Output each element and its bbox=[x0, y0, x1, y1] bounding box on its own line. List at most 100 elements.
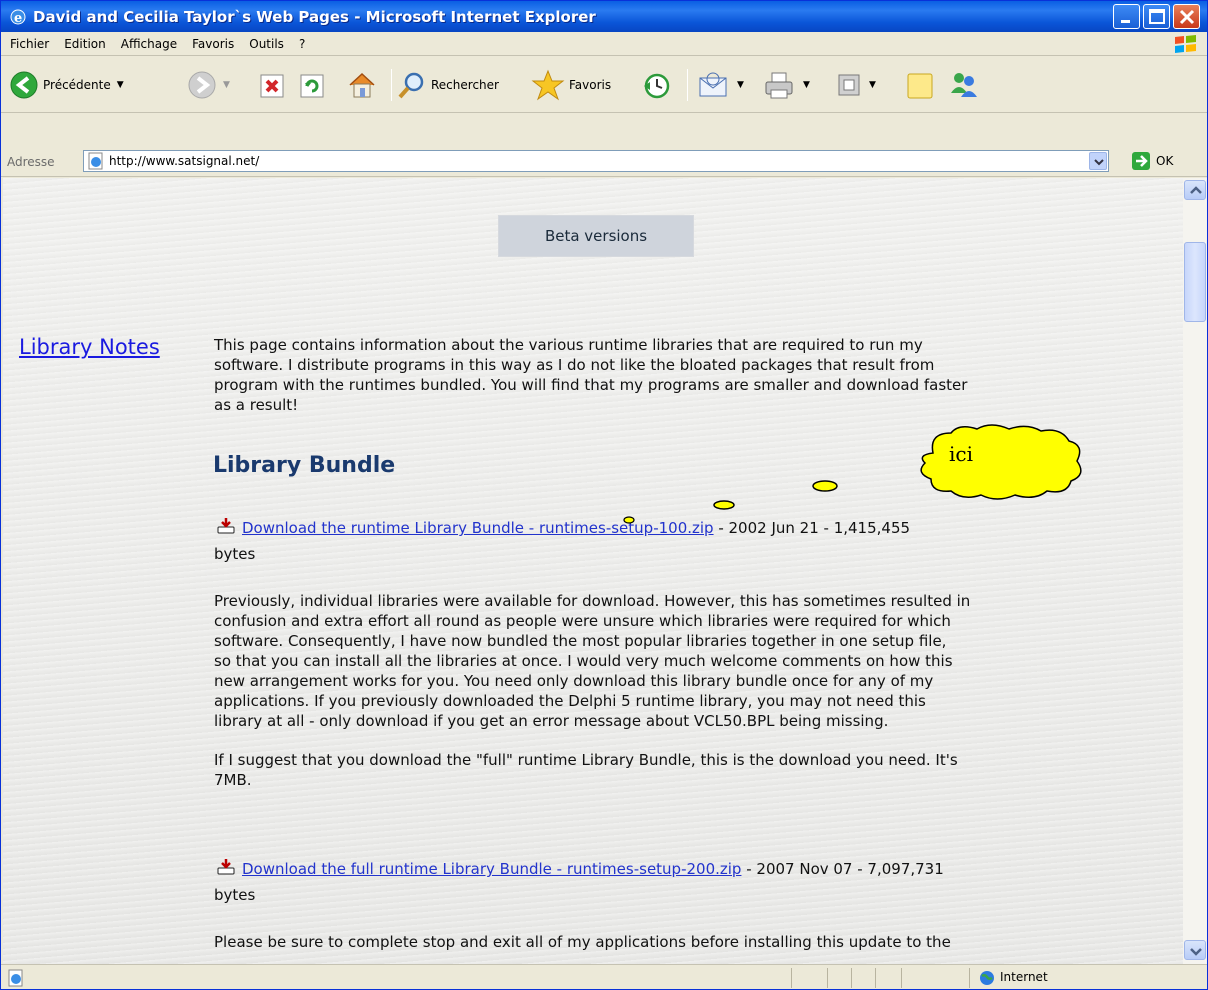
download1-tail: bytes bbox=[214, 545, 256, 563]
scroll-up-button[interactable] bbox=[1184, 180, 1206, 200]
menu-outils[interactable]: Outils bbox=[249, 37, 284, 51]
bundle-line: Previously, individual libraries were av… bbox=[214, 592, 971, 610]
toolbar-separator bbox=[687, 69, 688, 101]
vertical-scrollbar[interactable] bbox=[1183, 178, 1207, 964]
address-url: http://www.satsignal.net/ bbox=[109, 154, 260, 168]
messenger-icon[interactable] bbox=[947, 69, 981, 101]
browser-window: e David and Cecilia Taylor`s Web Pages -… bbox=[0, 0, 1208, 990]
print-icon bbox=[765, 72, 793, 99]
address-label: Adresse bbox=[7, 154, 55, 169]
page-background bbox=[3, 178, 1183, 964]
bundle-line: software. Consequently, I have now bundl… bbox=[214, 632, 947, 650]
download1-link[interactable]: Download the runtime Library Bundle - ru… bbox=[242, 519, 714, 537]
intro-paragraph: This page contains information about the… bbox=[214, 335, 1164, 415]
mail-icon bbox=[699, 72, 727, 97]
forward-dropdown-icon[interactable]: ▼ bbox=[223, 80, 230, 90]
svg-text:e: e bbox=[14, 11, 22, 26]
window-title: David and Cecilia Taylor`s Web Pages - M… bbox=[33, 7, 596, 26]
windows-logo-icon bbox=[1175, 35, 1196, 53]
callout-cloud: ici bbox=[920, 424, 1082, 500]
go-button[interactable]: OK bbox=[1131, 151, 1173, 171]
back-arrow-icon bbox=[10, 71, 38, 99]
maximize-button[interactable] bbox=[1143, 4, 1170, 29]
home-icon[interactable] bbox=[347, 71, 377, 101]
intro-line: program with the runtimes bundled. You w… bbox=[214, 376, 968, 394]
bundle-paragraph: Previously, individual libraries were av… bbox=[214, 591, 1164, 731]
title-bar: e David and Cecilia Taylor`s Web Pages -… bbox=[1, 1, 1207, 32]
page-status-icon bbox=[8, 969, 23, 987]
bundle-line: applications. If you previously download… bbox=[214, 692, 926, 710]
bundle-line: library at all - only download if you ge… bbox=[214, 712, 889, 730]
status-bar: Internet bbox=[1, 964, 1207, 990]
stop-icon[interactable] bbox=[259, 73, 285, 99]
status-divider bbox=[901, 968, 902, 988]
go-arrow-icon bbox=[1132, 152, 1150, 170]
address-bar: Adresse http://www.satsignal.net/ OK bbox=[1, 147, 1207, 177]
final-paragraph: Please be sure to complete stop and exit… bbox=[214, 932, 1164, 954]
back-label: Précédente bbox=[43, 78, 111, 92]
print-button[interactable]: ▼ bbox=[763, 67, 810, 103]
back-button[interactable]: Précédente ▼ bbox=[9, 67, 124, 103]
intro-line: This page contains information about the… bbox=[214, 336, 923, 354]
bundle-line: so that you can install all the librarie… bbox=[214, 652, 953, 670]
callout-bubble bbox=[812, 480, 838, 492]
download-icon bbox=[217, 859, 235, 875]
library-bundle-heading: Library Bundle bbox=[213, 453, 396, 478]
menu-help[interactable]: ? bbox=[299, 37, 305, 51]
search-label: Rechercher bbox=[431, 78, 499, 92]
edit-dropdown-icon[interactable]: ▼ bbox=[869, 80, 876, 90]
favorites-star-icon bbox=[531, 69, 565, 101]
intro-line: as a result! bbox=[214, 396, 299, 414]
scroll-down-button[interactable] bbox=[1184, 940, 1206, 960]
forward-arrow-icon bbox=[188, 71, 216, 99]
beta-versions-button[interactable]: Beta versions bbox=[498, 215, 694, 257]
full-bundle-line: 7MB. bbox=[214, 771, 252, 789]
page-icon bbox=[88, 152, 103, 170]
status-divider bbox=[969, 968, 970, 988]
print-dropdown-icon[interactable]: ▼ bbox=[803, 80, 810, 90]
address-input[interactable]: http://www.satsignal.net/ bbox=[83, 150, 1109, 172]
favorites-label: Favoris bbox=[569, 78, 612, 92]
menu-fichier[interactable]: Fichier bbox=[10, 37, 49, 51]
history-icon[interactable] bbox=[641, 71, 671, 101]
close-button[interactable] bbox=[1173, 4, 1200, 29]
edit-button[interactable]: ▼ bbox=[835, 67, 876, 103]
internet-zone-icon bbox=[980, 971, 994, 985]
download1-info: - 2002 Jun 21 - 1,415,455 bbox=[713, 519, 911, 537]
toolbar-separator bbox=[391, 69, 392, 101]
status-divider bbox=[827, 968, 828, 988]
download2-link[interactable]: Download the full runtime Library Bundle… bbox=[242, 860, 741, 878]
bundle-line: new arrangement works for you. You need … bbox=[214, 672, 934, 690]
download-icon bbox=[217, 518, 235, 534]
callout-bubble bbox=[623, 516, 635, 524]
menu-favoris[interactable]: Favoris bbox=[192, 37, 234, 51]
notes-icon[interactable] bbox=[905, 71, 935, 101]
status-divider bbox=[791, 968, 792, 988]
minimize-button[interactable] bbox=[1113, 4, 1140, 29]
callout-text: ici bbox=[949, 442, 973, 466]
scroll-thumb[interactable] bbox=[1184, 242, 1206, 322]
menu-affichage[interactable]: Affichage bbox=[121, 37, 177, 51]
back-dropdown-icon[interactable]: ▼ bbox=[117, 80, 124, 90]
download2-tail: bytes bbox=[214, 886, 256, 904]
status-divider bbox=[851, 968, 852, 988]
zone-label: Internet bbox=[1000, 970, 1048, 984]
intro-line: software. I distribute programs in this … bbox=[214, 356, 935, 374]
full-bundle-paragraph: If I suggest that you download the "full… bbox=[214, 750, 1164, 790]
menu-edition[interactable]: Edition bbox=[64, 37, 106, 51]
search-icon bbox=[398, 72, 424, 99]
download2-row: Download the full runtime Library Bundle… bbox=[214, 856, 1164, 908]
library-notes-link[interactable]: Library Notes bbox=[19, 335, 160, 359]
favorites-button[interactable]: Favoris bbox=[531, 67, 611, 103]
ie-icon: e bbox=[10, 9, 26, 26]
final-line: Please be sure to complete stop and exit… bbox=[214, 933, 951, 951]
search-button[interactable]: Rechercher bbox=[397, 67, 499, 103]
go-label: OK bbox=[1156, 154, 1174, 168]
download2-info: - 2007 Nov 07 - 7,097,731 bbox=[741, 860, 944, 878]
forward-button[interactable]: ▼ bbox=[187, 67, 230, 103]
mail-button[interactable]: ▼ bbox=[697, 67, 744, 103]
full-bundle-line: If I suggest that you download the "full… bbox=[214, 751, 958, 769]
refresh-icon[interactable] bbox=[299, 73, 325, 99]
mail-dropdown-icon[interactable]: ▼ bbox=[737, 80, 744, 90]
address-dropdown-icon[interactable] bbox=[1089, 152, 1107, 170]
